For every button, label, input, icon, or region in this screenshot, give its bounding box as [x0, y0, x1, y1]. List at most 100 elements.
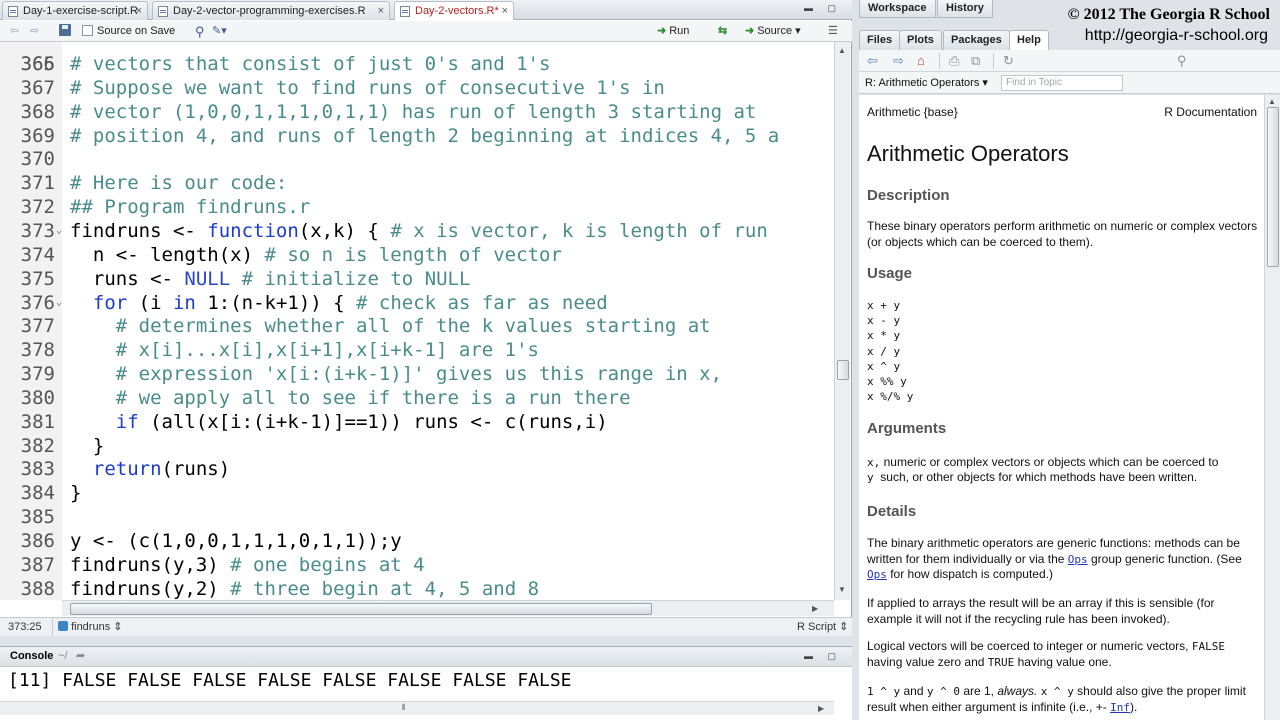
tab-history[interactable]: History: [937, 0, 993, 18]
new-window-icon[interactable]: ⧉: [971, 54, 980, 68]
scroll-thumb[interactable]: [1267, 107, 1279, 267]
function-name: findruns: [71, 621, 111, 633]
editor-tab-day2-exercises[interactable]: Day-2-vector-programming-exercises.R ×: [152, 1, 390, 20]
text: Logical vectors will be coerced to integ…: [867, 639, 1189, 653]
details-paragraph-2: If applied to arrays the result will be …: [867, 596, 1215, 626]
file-type-selector[interactable]: R Script ⇕: [797, 618, 848, 636]
r-file-icon: [400, 6, 410, 17]
scroll-right-icon[interactable]: ▶: [818, 704, 824, 713]
usage-line: x %/% y: [867, 390, 914, 404]
rerun-icon[interactable]: ⇆: [718, 24, 727, 39]
fold-icon[interactable]: ⌄: [56, 219, 62, 243]
code-text: findruns(y,2) # three begin at 4, 5 and …: [70, 577, 540, 600]
code-line: 383 return(runs): [0, 457, 834, 481]
fold-icon[interactable]: ⌄: [56, 291, 62, 315]
right-pane: Workspace History © 2012 The Georgia R S…: [853, 0, 1280, 720]
code-line: 377 # determines whether all of the k va…: [0, 314, 834, 338]
console-header: Console ~/ ➦ ▬ ▢: [0, 647, 852, 667]
inf-link[interactable]: Inf: [1110, 701, 1130, 714]
code-line: 367: [0, 76, 834, 100]
editor-tab-bar: Day-1-exercise-script.R × Day-2-vector-p…: [0, 0, 852, 20]
ops-link[interactable]: Ops: [867, 568, 887, 581]
console-window-controls[interactable]: ▬ ▢: [804, 647, 842, 666]
tab-help[interactable]: Help: [1009, 30, 1049, 50]
pane-splitter[interactable]: [0, 636, 852, 646]
editor-toolbar: ⇦ ⇨ Source on Save ⚲ ✎▾ ➜ Run ⇆ ➜ Source ▾…: [0, 21, 852, 42]
help-content: Arithmetic {base} R Documentation Arithm…: [859, 95, 1264, 720]
editor-horizontal-scrollbar[interactable]: ▶: [62, 600, 834, 616]
close-icon[interactable]: ×: [136, 2, 142, 20]
code-line: 368 # vector (1,0,0,1,1,1,0,1,1) has run …: [0, 100, 834, 124]
run-button[interactable]: ➜ Run: [657, 24, 689, 39]
source-button[interactable]: ➜ Source ▾: [745, 24, 801, 39]
code-line: 371 # Here is our code:: [0, 171, 834, 195]
editor-tab-day1[interactable]: Day-1-exercise-script.R ×: [2, 1, 148, 20]
topic-dropdown[interactable]: R: Arithmetic Operators ▾: [865, 76, 988, 89]
code-line: 374 n <- length(x) # so n is length of v…: [0, 243, 834, 267]
doc-header: Arithmetic {base} R Documentation: [867, 105, 1257, 119]
back-arrow-icon[interactable]: ⇦: [10, 24, 19, 39]
forward-arrow-icon[interactable]: ⇨: [30, 24, 39, 39]
editor-tab-day2-vectors[interactable]: Day-2-vectors.R* ×: [394, 1, 514, 20]
usage-line: x / y: [867, 344, 901, 358]
line-number: 368: [20, 100, 55, 123]
line-number: 379: [20, 363, 55, 386]
code: 1 ^ y: [867, 685, 901, 698]
back-arrow-icon[interactable]: ⇦: [867, 54, 878, 68]
ops-link[interactable]: Ops: [1068, 553, 1088, 566]
source-on-save-label: Source on Save: [97, 25, 176, 37]
pane-window-controls[interactable]: ▬ ▢: [804, 3, 842, 14]
code-true: TRUE: [987, 655, 1015, 669]
scroll-up-icon[interactable]: ▲: [838, 46, 846, 55]
goto-dir-icon[interactable]: ➦: [76, 647, 85, 666]
topic-label: R: Arithmetic Operators: [865, 77, 980, 89]
text: are 1,: [963, 684, 994, 698]
code-editor[interactable]: 365 # Suppose we want to find runs of co…: [0, 42, 834, 600]
console-title: Console: [10, 650, 54, 662]
code-tools-icon[interactable]: ✎▾: [212, 24, 227, 39]
line-number: 373: [20, 219, 55, 242]
line-number: 377: [20, 315, 55, 338]
help-vertical-scrollbar[interactable]: ▲: [1264, 95, 1280, 720]
editor-vertical-scrollbar[interactable]: ▲ ▼: [834, 42, 850, 600]
code-line: 366 # vectors that consist of just 0's an…: [0, 52, 834, 76]
close-icon[interactable]: ×: [378, 2, 384, 20]
close-icon[interactable]: ×: [502, 2, 508, 20]
print-icon[interactable]: ⎙: [949, 54, 959, 68]
search-icon[interactable]: ⚲: [1177, 54, 1187, 68]
find-in-topic-input[interactable]: Find in Topic: [1001, 75, 1123, 91]
line-number: 380: [20, 386, 55, 409]
text: having value zero and: [867, 654, 985, 669]
console-horizontal-scrollbar[interactable]: ⦀ ▶: [0, 701, 834, 715]
source-on-save-checkbox[interactable]: Source on Save: [82, 24, 175, 39]
refresh-icon[interactable]: ↻: [1003, 54, 1014, 68]
details-paragraph-4: 1 ^ y and y ^ 0 are 1, always. x ^ y sho…: [867, 684, 1259, 715]
scroll-thumb[interactable]: [837, 360, 849, 380]
line-number: 386: [20, 530, 55, 552]
line-number: 366: [20, 53, 55, 75]
save-icon[interactable]: [59, 24, 71, 39]
console-output: [11] FALSE FALSE FALSE FALSE FALSE FALSE…: [8, 670, 572, 691]
line-number: 369: [20, 124, 55, 147]
line-number: 378: [20, 339, 55, 362]
chevron-down-icon: ▾: [982, 77, 988, 89]
function-navigator[interactable]: findruns ⇕: [58, 618, 122, 636]
search-icon[interactable]: ⚲: [195, 24, 205, 39]
forward-arrow-icon[interactable]: ⇨: [893, 54, 904, 68]
code-text: if (all(x[i:(i+k-1)]==1)) runs <- c(runs…: [115, 410, 608, 433]
tab-plots[interactable]: Plots: [899, 30, 942, 50]
scroll-up-icon[interactable]: ▲: [1268, 97, 1276, 106]
code-line: 380 # we apply all to see if there is a …: [0, 386, 834, 410]
scroll-down-icon[interactable]: ▼: [838, 585, 846, 594]
code-line: 376 ⌄ for (i in 1:(n-k+1)) { # check as f…: [0, 291, 834, 315]
outline-icon[interactable]: ☰: [828, 24, 838, 39]
scroll-right-icon[interactable]: ▶: [812, 604, 818, 613]
tab-packages[interactable]: Packages: [943, 30, 1010, 50]
scroll-thumb[interactable]: [70, 603, 652, 615]
file-type-label: R Script: [797, 621, 837, 633]
tab-workspace[interactable]: Workspace: [859, 0, 936, 18]
tab-files[interactable]: Files: [859, 30, 901, 50]
line-number: 375: [20, 267, 55, 290]
home-icon[interactable]: ⌂: [917, 54, 925, 68]
code-text: # determines whether all of the k values…: [70, 315, 711, 338]
